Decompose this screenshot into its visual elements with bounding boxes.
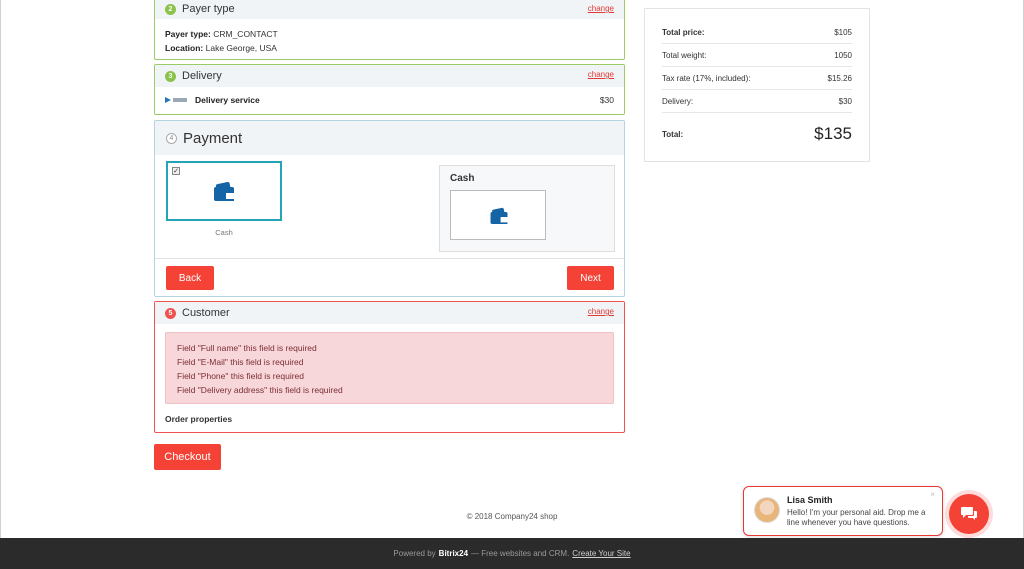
chat-greeting-message: Hello! I'm your personal aid. Drop me a …	[787, 508, 926, 527]
payer-type-value: CRM_CONTACT	[213, 29, 278, 39]
summary-row: Delivery: $30	[662, 90, 852, 113]
customer-title: Customer	[182, 307, 230, 319]
summary-total-row: Total: $135	[662, 124, 852, 144]
payer-type-header: 2 Payer type change	[155, 0, 624, 19]
customer-header: 5 Customer change	[155, 302, 624, 324]
chat-agent-name: Lisa Smith	[787, 495, 833, 505]
page-border-left	[0, 0, 1, 538]
summary-row: Total price: $105	[662, 21, 852, 44]
chat-icon	[961, 507, 977, 520]
summary-label: Tax rate (17%, included):	[662, 73, 751, 83]
payer-type-label: Payer type:	[165, 29, 211, 39]
payment-detail-title: Cash	[450, 173, 475, 184]
payment-title: Payment	[183, 129, 243, 147]
step-complete-icon: 3	[165, 70, 176, 82]
back-button[interactable]: Back	[166, 266, 214, 290]
delivery-service-price: $30	[599, 95, 614, 105]
summary-value: $105	[834, 27, 852, 37]
error-message: Field "Delivery address" this field is r…	[177, 385, 343, 395]
summary-value: $30	[838, 96, 852, 106]
delivery-header: 3 Delivery change	[155, 65, 624, 87]
checkout-button[interactable]: Checkout	[154, 444, 221, 470]
customer-section: 5 Customer change Field "Full name" this…	[154, 301, 625, 433]
delivery-title: Delivery	[182, 70, 222, 82]
payer-type-change-link[interactable]: change	[588, 4, 614, 13]
summary-label: Total weight:	[662, 50, 707, 60]
payer-type-details: Payer type: CRM_CONTACT Location: Lake G…	[155, 19, 624, 63]
close-icon[interactable]: ×	[930, 490, 935, 499]
location-label: Location:	[165, 43, 204, 53]
total-value: $135	[814, 124, 852, 143]
next-button[interactable]: Next	[567, 266, 614, 290]
total-label: Total:	[662, 129, 684, 139]
error-message: Field "Phone" this field is required	[177, 371, 304, 381]
error-message: Field "E-Mail" this field is required	[177, 357, 304, 367]
footer-tagline: — Free websites and CRM.	[471, 549, 570, 558]
delivery-service-name: Delivery service	[195, 95, 260, 105]
divider	[155, 258, 624, 259]
payment-header: 4 Payment	[155, 121, 624, 155]
location-value: Lake George, USA	[205, 43, 277, 53]
footer-powered-by: Powered by	[393, 549, 436, 558]
summary-value: $15.26	[827, 73, 852, 83]
wallet-icon	[490, 212, 508, 224]
summary-row: Total weight: 1050	[662, 44, 852, 67]
create-site-link[interactable]: Create Your Site	[572, 549, 630, 558]
payment-option-cash[interactable]: ✓	[166, 161, 282, 221]
payment-option-caption: Cash	[215, 228, 233, 237]
footer-brand-logo[interactable]: Bitrix24	[439, 549, 468, 558]
summary-label: Total price:	[662, 27, 705, 37]
wallet-icon	[214, 187, 234, 201]
step-error-icon: 5	[165, 307, 176, 319]
step-current-icon: 4	[166, 132, 177, 144]
payment-detail-image	[450, 190, 546, 240]
delivery-service-row: Delivery service $30	[155, 87, 624, 105]
summary-label: Delivery:	[662, 96, 694, 106]
payer-type-section: 2 Payer type change Payer type: CRM_CONT…	[154, 0, 625, 60]
delivery-service-logo-icon	[165, 97, 187, 103]
step-complete-icon: 2	[165, 3, 176, 15]
avatar	[754, 497, 780, 523]
payment-option-checkbox[interactable]: ✓	[172, 167, 180, 175]
error-message: Field "Full name" this field is required	[177, 343, 317, 353]
summary-row: Tax rate (17%, included): $15.26	[662, 67, 852, 90]
payment-detail-panel: Cash	[439, 165, 615, 252]
order-properties-heading: Order properties	[165, 414, 233, 424]
delivery-change-link[interactable]: change	[588, 70, 614, 79]
payer-type-title: Payer type	[182, 3, 235, 15]
payment-section: 4 Payment ✓ Cash Cash Back Next	[154, 120, 625, 297]
site-footer: Powered by Bitrix24 — Free websites and …	[0, 538, 1024, 569]
validation-error-box: Field "Full name" this field is required…	[165, 332, 614, 404]
open-chat-button[interactable]	[949, 494, 989, 534]
order-summary-panel: Total price: $105 Total weight: 1050 Tax…	[644, 8, 870, 162]
summary-value: 1050	[834, 50, 852, 60]
delivery-section: 3 Delivery change Delivery service $30	[154, 64, 625, 115]
chat-greeting-bubble[interactable]: Lisa Smith Hello! I'm your personal aid.…	[743, 486, 943, 536]
customer-change-link[interactable]: change	[588, 307, 614, 316]
